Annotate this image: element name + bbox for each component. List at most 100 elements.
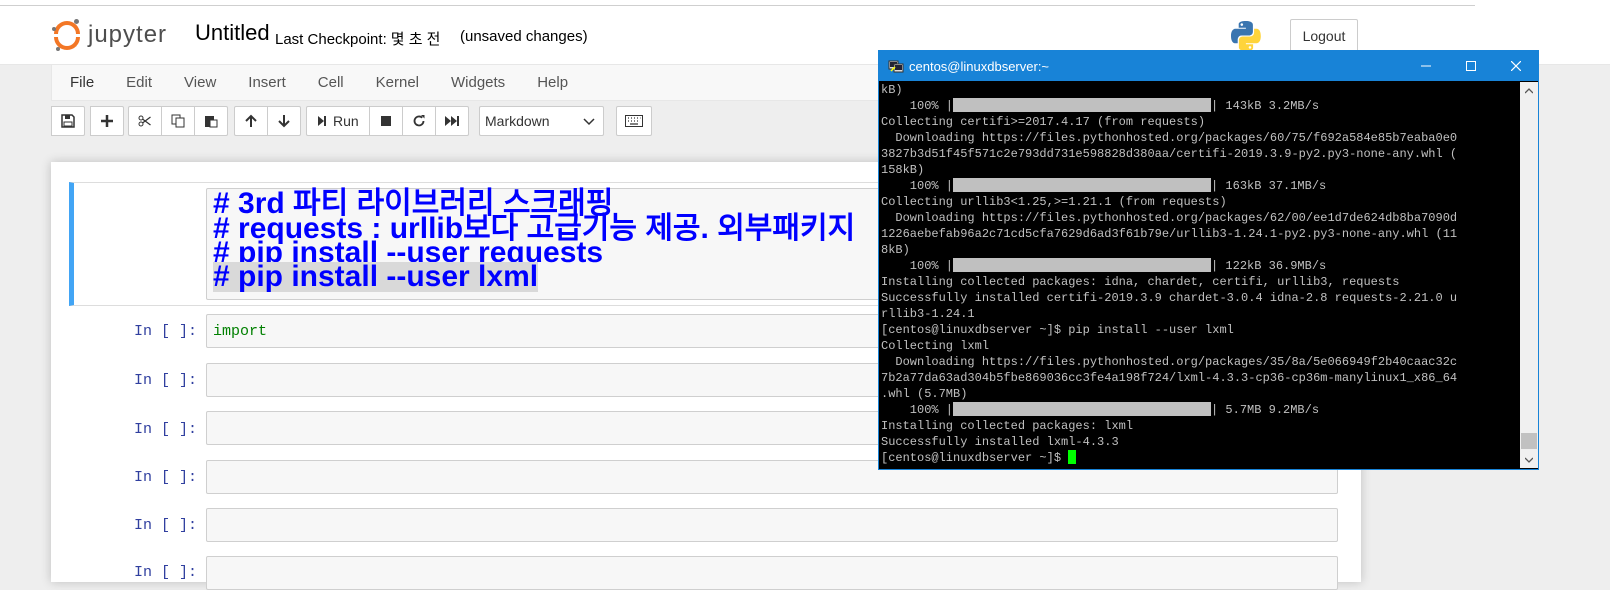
chevron-down-icon: [583, 118, 595, 126]
progress-bar: [953, 98, 1212, 112]
maximize-button[interactable]: [1448, 51, 1493, 81]
terminal-line: 8kB): [881, 243, 910, 257]
interrupt-button[interactable]: [368, 106, 403, 136]
restart-run-all-button[interactable]: [434, 106, 469, 136]
close-icon: [1510, 61, 1521, 71]
minimize-icon: [1420, 65, 1431, 67]
menu-file[interactable]: File: [70, 74, 94, 91]
arrow-up-icon: [245, 114, 257, 127]
terminal-line: rllib3-1.24.1: [881, 307, 975, 321]
logo-text: jupyter: [88, 21, 168, 48]
terminal-line: Collecting urllib3<1.25,>=1.21.1 (from r…: [881, 195, 1227, 209]
terminal-line: Installing collected packages: lxml: [881, 419, 1134, 433]
insert-cell-button[interactable]: [90, 106, 124, 136]
copy-button[interactable]: [161, 106, 195, 136]
menu-insert[interactable]: Insert: [248, 74, 286, 91]
paste-button[interactable]: [194, 106, 228, 136]
python-kernel-icon: [1231, 21, 1261, 51]
terminal-line: 3827b3d51f45f571c2e793dd731e598828d380aa…: [881, 147, 1458, 161]
move-down-button[interactable]: [267, 106, 301, 136]
notebook-title[interactable]: Untitled: [195, 20, 270, 46]
browser-edge: [0, 0, 1475, 6]
logout-button[interactable]: Logout: [1290, 19, 1358, 53]
plus-icon: [101, 115, 113, 127]
run-button[interactable]: Run: [306, 106, 370, 136]
refresh-icon: [413, 115, 425, 127]
checkpoint-value: 몇 초 전: [390, 31, 441, 48]
command-palette-button[interactable]: [616, 106, 652, 136]
code-cell-input[interactable]: [206, 508, 1338, 542]
close-button[interactable]: [1493, 51, 1538, 81]
code-cell-input[interactable]: [206, 556, 1338, 590]
minimize-button[interactable]: [1403, 51, 1448, 81]
save-button[interactable]: [51, 106, 85, 136]
cell-prompt: In [ ]:: [133, 323, 197, 340]
menu-kernel[interactable]: Kernel: [376, 74, 419, 91]
scroll-up-button[interactable]: [1520, 82, 1538, 99]
terminal-line: [centos@linuxdbserver ~]$ pip install --…: [881, 323, 1234, 337]
terminal-cursor: [1068, 450, 1077, 464]
terminal-line: 100% | | 143kB 3.2MB/s: [881, 98, 1320, 113]
cell-prompt: In [ ]:: [133, 469, 197, 486]
cell-prompt: In [ ]:: [133, 517, 197, 534]
arrow-down-icon: [278, 115, 290, 128]
cell-type-value: Markdown: [485, 113, 550, 129]
terminal-line: kB): [881, 83, 903, 97]
terminal-line: 1226aebefab96a2c71cd5cfa7629d6ad3f61b79e…: [881, 227, 1458, 241]
terminal-line: Collecting certifi>=2017.4.17 (from requ…: [881, 115, 1206, 129]
terminal-titlebar[interactable]: centos@linuxdbserver:~: [879, 51, 1538, 81]
terminal-line: Downloading https://files.pythonhosted.o…: [881, 131, 1458, 145]
chevron-down-icon: [1525, 457, 1533, 463]
scroll-thumb[interactable]: [1521, 433, 1537, 449]
move-up-button[interactable]: [234, 106, 268, 136]
step-forward-icon: [318, 116, 326, 126]
jupyter-logo[interactable]: jupyter: [52, 18, 168, 52]
keyboard-icon: [625, 115, 643, 127]
terminal-line: Collecting lxml: [881, 339, 990, 353]
code-text: import: [213, 323, 268, 340]
terminal-line: Successfully installed certifi-2019.3.9 …: [881, 291, 1458, 305]
jupyter-logo-icon: [52, 19, 82, 51]
maximize-icon: [1465, 61, 1476, 71]
progress-bar: [953, 402, 1212, 416]
terminal-line: 100% | | 5.7MB 9.2MB/s: [881, 402, 1320, 417]
chevron-up-icon: [1525, 87, 1533, 93]
terminal-title: centos@linuxdbserver:~: [909, 59, 1050, 74]
terminal-line: Downloading https://files.pythonhosted.o…: [881, 355, 1458, 369]
putty-terminal-window[interactable]: centos@linuxdbserver:~ kB) 100% | | 143kB…: [878, 50, 1539, 470]
progress-bar: [953, 178, 1212, 192]
terminal-line: Installing collected packages: idna, cha…: [881, 275, 1400, 289]
terminal-line: 7b2a77da63ad304b5fbe869036cc3fe4a198f724…: [881, 371, 1458, 385]
terminal-line: Downloading https://files.pythonhosted.o…: [881, 211, 1458, 225]
terminal-scrollbar[interactable]: [1520, 82, 1538, 468]
terminal-line: .whl (5.7MB): [881, 387, 968, 401]
scroll-down-button[interactable]: [1520, 451, 1538, 468]
scissors-icon: [138, 115, 151, 127]
cell-prompt: In [ ]:: [133, 564, 197, 581]
cut-button[interactable]: [128, 106, 162, 136]
paste-icon: [205, 116, 218, 128]
cell-prompt: In [ ]:: [133, 421, 197, 438]
markdown-line: # pip install --user lxml: [213, 260, 539, 293]
fast-forward-icon: [444, 116, 459, 126]
menu-edit[interactable]: Edit: [126, 74, 152, 91]
menu-view[interactable]: View: [184, 74, 216, 91]
menu-widgets[interactable]: Widgets: [451, 74, 505, 91]
run-label: Run: [333, 113, 359, 129]
restart-button[interactable]: [401, 106, 436, 136]
stop-icon: [380, 116, 391, 126]
terminal-line: 100% | | 122kB 36.9MB/s: [881, 258, 1327, 273]
save-icon: [61, 114, 75, 128]
terminal-line: 158kB): [881, 163, 925, 177]
terminal-output[interactable]: kB) 100% | | 143kB 3.2MB/s Collecting cert…: [881, 82, 1519, 468]
progress-bar: [953, 258, 1212, 272]
terminal-line: 100% | | 163kB 37.1MB/s: [881, 178, 1327, 193]
copy-icon: [171, 114, 185, 128]
menu-cell[interactable]: Cell: [318, 74, 344, 91]
terminal-line: [centos@linuxdbserver ~]$: [881, 450, 1519, 466]
autosave-status: (unsaved changes): [460, 28, 588, 45]
putty-icon: [888, 60, 904, 73]
menu-help[interactable]: Help: [537, 74, 568, 91]
cell-type-dropdown[interactable]: Markdown: [479, 106, 604, 136]
terminal-line: Successfully installed lxml-4.3.3: [881, 435, 1119, 449]
